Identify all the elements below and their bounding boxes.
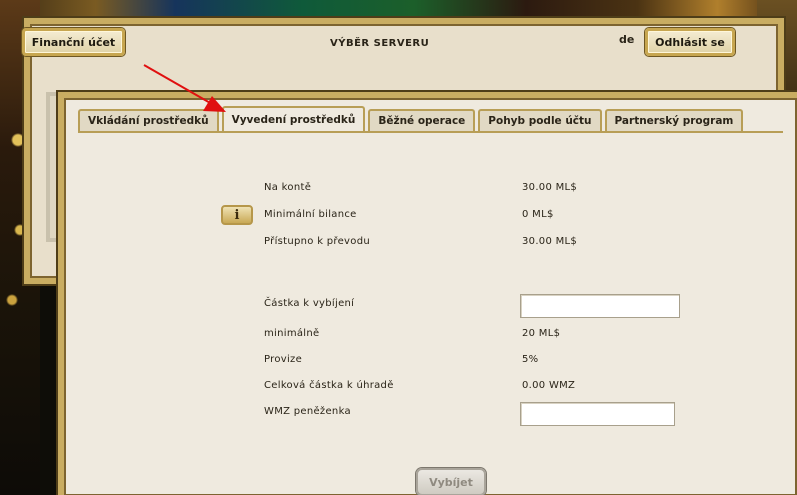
tab-operations[interactable]: Běžné operace: [368, 109, 476, 131]
withdraw-submit-button[interactable]: Vybíjet: [416, 468, 486, 495]
tab-withdraw[interactable]: Vyvedení prostředků: [221, 106, 366, 132]
tab-partner-program[interactable]: Partnerský program: [604, 109, 744, 131]
dialog-frame: [58, 92, 797, 495]
minimum-label: minimálně: [264, 328, 320, 339]
on-account-value: 30.00 ML$: [522, 182, 578, 193]
tab-divider: [78, 131, 783, 133]
on-account-label: Na kontě: [264, 182, 312, 193]
tab-deposit[interactable]: Vkládání prostředků: [78, 109, 219, 131]
page-title: VÝBĚR SERVERU: [330, 38, 430, 49]
min-balance-label: Minimální bilance: [264, 209, 357, 220]
wallet-label: WMZ peněženka: [264, 406, 351, 417]
language-selector[interactable]: de: [619, 33, 634, 46]
financial-account-button[interactable]: Finanční účet: [22, 28, 125, 56]
amount-input[interactable]: [520, 294, 680, 318]
available-label: Přístupno k převodu: [264, 236, 370, 247]
tab-account-history[interactable]: Pohyb podle účtu: [478, 109, 602, 131]
tab-bar: Vkládání prostředků Vyvedení prostředků …: [78, 106, 746, 132]
minimum-value: 20 ML$: [522, 328, 561, 339]
total-value: 0.00 WMZ: [522, 380, 576, 391]
amount-label: Částka k vybíjení: [264, 298, 355, 309]
logout-button[interactable]: Odhlásit se: [645, 28, 735, 56]
available-value: 30.00 ML$: [522, 236, 578, 247]
wallet-input[interactable]: [520, 402, 675, 426]
total-label: Celková částka k úhradě: [264, 380, 394, 391]
info-icon[interactable]: i: [221, 205, 253, 225]
min-balance-value: 0 ML$: [522, 209, 554, 220]
financial-dialog: Vkládání prostředků Vyvedení prostředků …: [58, 92, 797, 495]
fee-value: 5%: [522, 354, 539, 365]
fee-label: Provize: [264, 354, 303, 365]
